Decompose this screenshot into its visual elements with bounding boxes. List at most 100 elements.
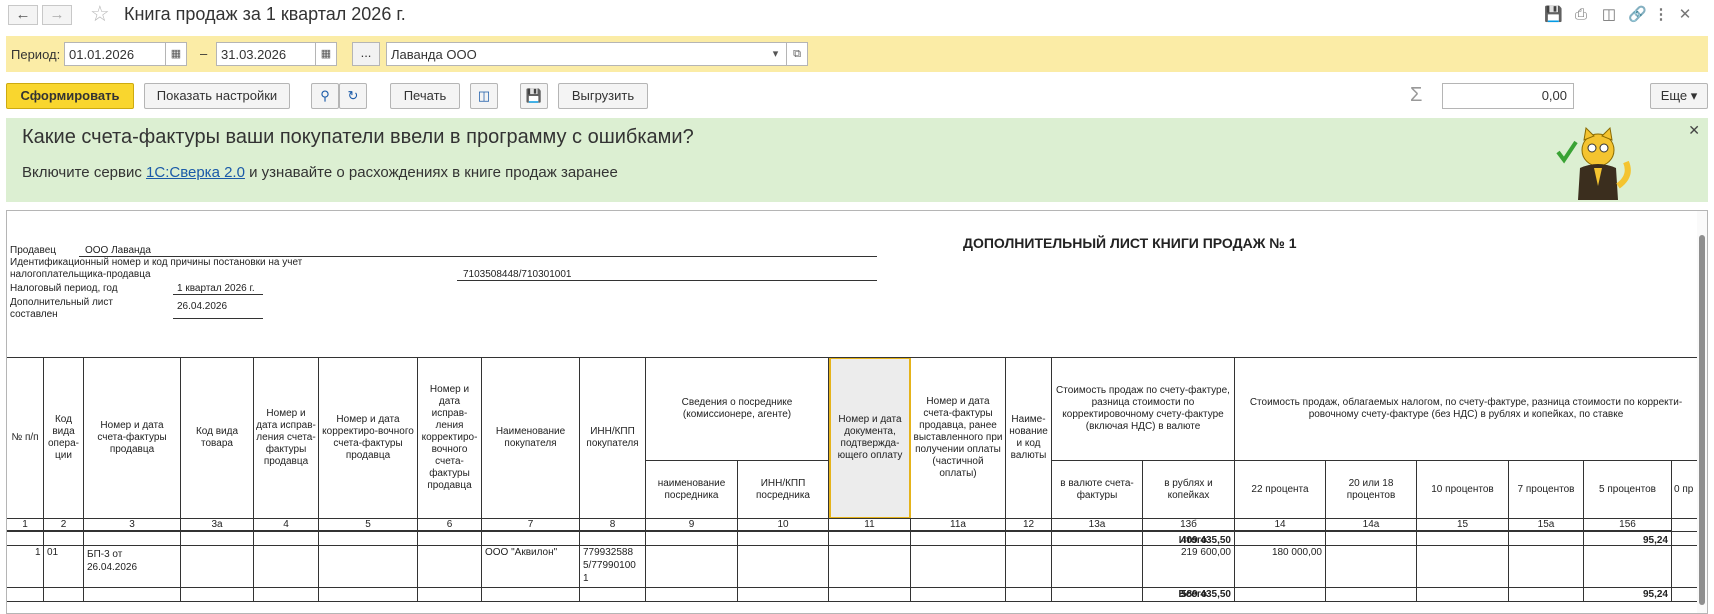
- vsego-13b: 589 435,50: [1180, 589, 1231, 600]
- more-vertical-icon[interactable]: ⋮: [1652, 6, 1670, 24]
- search-next-icon[interactable]: ↻: [339, 83, 367, 109]
- forward-button[interactable]: →: [42, 5, 72, 25]
- banner-text-after: и узнавайте о расхождениях в книге прода…: [244, 164, 618, 181]
- period-label: Период:: [11, 47, 61, 62]
- calendar-to-icon[interactable]: ▦: [315, 42, 337, 66]
- col-12-header: Наиме-нование и код валюты: [1006, 357, 1052, 519]
- col-14a-header: 20 или 18 процентов: [1326, 461, 1417, 519]
- col-15a-header: 7 процентов: [1509, 461, 1584, 519]
- save-icon[interactable]: 💾: [1544, 6, 1563, 24]
- col-156-header: 5 процентов: [1584, 461, 1672, 519]
- grid-vline: [1234, 531, 1235, 601]
- grid-vline: [1005, 531, 1006, 601]
- grid-vline: [828, 531, 829, 601]
- print-preview-icon[interactable]: ◫: [470, 83, 498, 109]
- calendar-from-icon[interactable]: ▦: [165, 42, 187, 66]
- grid-vline: [417, 531, 418, 601]
- scrollbar-thumb[interactable]: [1699, 235, 1705, 605]
- cat-mascot-icon: [1556, 126, 1631, 200]
- row-inn-1: 779932588: [583, 547, 634, 558]
- col-1-header: № п/п: [7, 357, 44, 519]
- column-number-9: 9: [646, 519, 738, 531]
- grid-hline: [7, 531, 1697, 532]
- column-number-156: 156: [1584, 519, 1672, 531]
- taxable-group-header: Стоимость продаж, облагаемых налогом, по…: [1235, 357, 1697, 461]
- grid-vline: [83, 531, 84, 601]
- sum-field[interactable]: 0,00: [1442, 83, 1574, 109]
- column-number-1: 1: [7, 519, 44, 531]
- vertical-scrollbar[interactable]: [1697, 211, 1707, 613]
- more-button[interactable]: Еще ▾: [1650, 83, 1708, 109]
- inn-value: 7103508448/710301001: [463, 269, 572, 280]
- agent-group-header: Сведения о посреднике (комиссионере, аге…: [646, 357, 829, 461]
- dropdown-chevron-icon[interactable]: ▾: [765, 42, 787, 66]
- period-bar: Период: 01.01.2026 ▦ – 31.03.2026 ▦ ... …: [6, 36, 1708, 72]
- grid-hline: [7, 545, 1697, 546]
- period-to-field[interactable]: 31.03.2026: [216, 42, 316, 66]
- column-number-3: 3: [84, 519, 181, 531]
- preview-icon[interactable]: ◫: [1600, 6, 1618, 24]
- grid-vline: [1051, 531, 1052, 601]
- sheet-label-1: Дополнительный лист: [10, 297, 113, 308]
- col-3a-header: Код вида товара: [181, 357, 254, 519]
- banner-title: Какие счета-фактуры ваши покупатели ввел…: [22, 126, 694, 148]
- report-area: ДОПОЛНИТЕЛЬНЫЙ ЛИСТ КНИГИ ПРОДАЖ № 1 Про…: [6, 210, 1708, 614]
- grid-vline: [318, 531, 319, 601]
- back-button[interactable]: ←: [8, 5, 38, 25]
- close-icon[interactable]: ✕: [1688, 122, 1700, 139]
- col-8-header: ИНН/КПП покупателя: [580, 357, 646, 519]
- grid-vline: [645, 531, 646, 601]
- tax-period-value: 1 квартал 2026 г.: [177, 283, 255, 294]
- sheet-date-underline: [173, 318, 263, 319]
- grid-vline: [1325, 531, 1326, 601]
- col-13b-header: в рублях и копейках: [1143, 461, 1235, 519]
- column-number-13а: 13а: [1052, 519, 1143, 531]
- column-number-14: 14: [1235, 519, 1326, 531]
- grid-vline: [579, 531, 580, 601]
- open-organization-icon[interactable]: ⧉: [786, 42, 808, 66]
- search-icon[interactable]: ⚲: [311, 83, 339, 109]
- sheet-label-2: составлен: [10, 309, 58, 320]
- organization-field[interactable]: Лаванда ООО: [386, 42, 766, 66]
- print-button[interactable]: Печать: [390, 83, 460, 109]
- title-bar: ← → ☆ Книга продаж за 1 квартал 2026 г. …: [0, 0, 1714, 30]
- link-icon[interactable]: 🔗: [1628, 6, 1647, 24]
- sheet-date-value: 26.04.2026: [177, 301, 228, 312]
- period-dash: –: [200, 46, 208, 61]
- column-number-11: 11: [829, 519, 911, 531]
- favorite-star-icon[interactable]: ☆: [90, 2, 110, 26]
- seller-value: ООО Лаванда: [85, 245, 151, 256]
- col-10-header: ИНН/КПП посредника: [738, 461, 829, 519]
- inn-label-2: налогоплательщика-продавца: [10, 269, 151, 280]
- grid-vline: [253, 531, 254, 601]
- grid-vline: [1416, 531, 1417, 601]
- generate-button[interactable]: Сформировать: [6, 83, 134, 109]
- print-icon[interactable]: ⎙: [1572, 6, 1590, 24]
- grid-vline: [481, 531, 482, 601]
- grid-vline: [180, 531, 181, 601]
- window-title: Книга продаж за 1 квартал 2026 г.: [124, 4, 406, 24]
- col-7-header: Наименование покупателя: [482, 357, 580, 519]
- col-13a-header: в валюте счета-фактуры: [1052, 461, 1143, 519]
- sum-sigma-icon: Σ: [1410, 84, 1423, 106]
- col-15-header: 10 процентов: [1417, 461, 1509, 519]
- column-number-2: 2: [44, 519, 84, 531]
- grid-vline: [43, 531, 44, 601]
- row-buyer: ООО "Аквилон": [485, 547, 558, 558]
- period-from-field[interactable]: 01.01.2026: [64, 42, 166, 66]
- inn-label-1: Идентификационный номер и код причины по…: [10, 257, 303, 268]
- row-invoice-1: БП-3 от: [87, 549, 123, 560]
- close-window-icon[interactable]: ✕: [1676, 6, 1694, 24]
- show-settings-button[interactable]: Показать настройки: [144, 83, 290, 109]
- col-11a-header: Номер и дата счета-фактуры продавца, ран…: [911, 357, 1006, 519]
- export-button[interactable]: Выгрузить: [558, 83, 648, 109]
- period-select-button[interactable]: ...: [352, 42, 380, 66]
- column-number-13б: 13б: [1143, 519, 1235, 531]
- save-icon[interactable]: 💾: [520, 83, 548, 109]
- grid-vline: [910, 531, 911, 601]
- itogo-13b: 409 435,50: [1180, 535, 1231, 546]
- column-number-14а: 14а: [1326, 519, 1417, 531]
- more-label: Еще: [1660, 88, 1688, 103]
- banner-link[interactable]: 1С:Сверка 2.0: [146, 164, 245, 181]
- vsego-156: 95,24: [1642, 589, 1668, 600]
